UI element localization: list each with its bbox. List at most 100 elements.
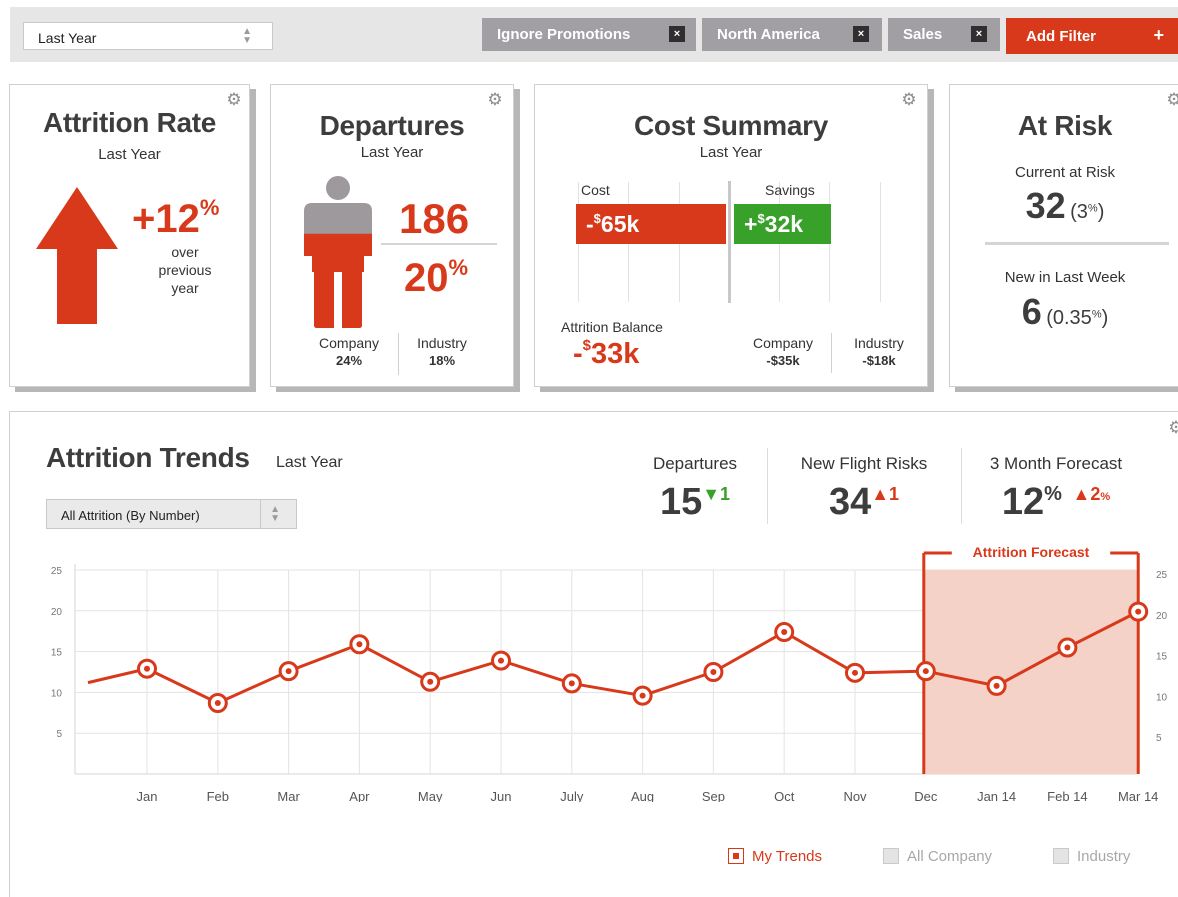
- gear-icon[interactable]: ⚙: [901, 91, 917, 108]
- cost-summary-card: ⚙ Cost Summary Last Year Cost Savings -$…: [534, 84, 928, 387]
- industry-value: -$18k: [862, 353, 896, 368]
- kpi-label: New Flight Risks: [800, 454, 928, 473]
- attrition-trend-chart: Attrition Forecast 5 5 10 10 15 15 20 20 25 25 Jan…: [51, 544, 1168, 802]
- divider: [831, 333, 832, 373]
- filter-chip-sales: Sales ×: [888, 18, 1000, 51]
- savings-label: Savings: [765, 182, 815, 198]
- company-value: 24%: [335, 353, 363, 368]
- legend-my-trends[interactable]: My Trends: [728, 848, 822, 865]
- divider: [260, 500, 261, 528]
- kpi-label: Departures: [652, 454, 738, 473]
- filter-chip-label: North America: [717, 26, 820, 43]
- kpi-departures: Departures 15▼1: [640, 454, 750, 522]
- filter-chip-north-america: North America ×: [702, 18, 882, 51]
- company-stat: Company -$35k: [745, 335, 821, 369]
- card-period: Last Year: [360, 144, 424, 161]
- y-tick-label: 15: [51, 648, 63, 659]
- filter-bar: Last Year ▲ ▼ Ignore Promotions × North A…: [10, 7, 1178, 62]
- add-filter-label: Add Filter: [1026, 28, 1096, 45]
- checkbox-unchecked[interactable]: [1053, 848, 1069, 864]
- attrition-type-select[interactable]: All Attrition (By Number) ▲ ▼: [46, 499, 297, 529]
- industry-stat: Industry 18%: [407, 335, 477, 369]
- filter-chip-label: Sales: [903, 26, 943, 43]
- attrition-balance-label: Attrition Balance: [561, 319, 663, 335]
- close-icon[interactable]: ×: [971, 26, 987, 42]
- kpi-value: 15▼1: [659, 481, 731, 523]
- x-tick-label: May: [418, 789, 443, 802]
- card-period: Last Year: [699, 144, 763, 161]
- x-tick-label: Jan: [137, 789, 158, 802]
- y-tick-label: 10: [1156, 692, 1168, 703]
- x-tick-label: Feb: [207, 789, 229, 802]
- card-title: At Risk: [1017, 110, 1113, 141]
- legend-all-company[interactable]: All Company: [883, 848, 992, 865]
- divider: [985, 242, 1169, 245]
- data-point-center: [568, 680, 575, 687]
- attrition-rate-value: +12%: [132, 195, 220, 241]
- x-tick-label: Mar 14: [1118, 789, 1158, 802]
- data-point-center: [427, 678, 434, 685]
- period-select[interactable]: Last Year ▲ ▼: [23, 22, 273, 50]
- data-point-center: [285, 668, 292, 675]
- gear-icon[interactable]: ⚙: [1166, 91, 1178, 108]
- plus-icon: +: [1153, 25, 1164, 45]
- y-tick-label: 25: [1156, 570, 1168, 581]
- departures-card: ⚙ Departures Last Year 186 20% Company 2…: [270, 84, 514, 387]
- trends-title: Attrition Trends: [46, 442, 250, 473]
- industry-stat: Industry -$18k: [843, 335, 915, 369]
- data-point-center: [1135, 608, 1142, 615]
- card-period: Last Year: [98, 146, 161, 163]
- x-tick-label: Sep: [702, 789, 725, 802]
- attrition-balance-value: -$33k: [573, 337, 640, 370]
- departures-percent: 20%: [404, 255, 469, 300]
- up-triangle-icon: ▲: [1072, 484, 1091, 504]
- y-tick-label: 15: [1156, 652, 1168, 663]
- period-select-value: Last Year: [38, 30, 97, 46]
- down-triangle-icon: ▼: [702, 484, 721, 504]
- updown-arrows-icon: ▲ ▼: [270, 504, 280, 524]
- forecast-region: [923, 570, 1139, 774]
- divider: [961, 448, 962, 524]
- data-point-center: [852, 669, 858, 676]
- data-point-center: [781, 629, 788, 636]
- attrition-trends-panel: ⚙ Attrition Trends Last Year All Attriti…: [9, 411, 1178, 897]
- cost-label: Cost: [581, 182, 610, 198]
- checkbox-checked[interactable]: [728, 848, 744, 864]
- data-point-center: [356, 641, 363, 648]
- filter-chip-label: Ignore Promotions: [497, 26, 631, 43]
- divider: [767, 448, 768, 524]
- y-tick-label: 10: [51, 688, 63, 699]
- checkbox-unchecked[interactable]: [883, 848, 899, 864]
- kpi-new-flight-risks: New Flight Risks 34▲1: [784, 454, 944, 522]
- data-point-center: [710, 669, 717, 675]
- new-in-last-week-label: New in Last Week: [1004, 269, 1126, 286]
- zero-axis: [728, 181, 731, 303]
- gear-icon[interactable]: ⚙: [487, 91, 503, 108]
- attrition-type-value: All Attrition (By Number): [61, 508, 200, 523]
- industry-label: Industry: [417, 335, 467, 351]
- updown-arrows-icon: ▲ ▼: [242, 26, 252, 46]
- kpi-value: 12% ▲2%: [1001, 481, 1111, 523]
- data-point-center: [639, 692, 646, 699]
- gear-icon[interactable]: ⚙: [226, 91, 242, 108]
- gear-icon[interactable]: ⚙: [1168, 419, 1178, 436]
- close-icon[interactable]: ×: [853, 26, 869, 42]
- close-icon[interactable]: ×: [669, 26, 685, 42]
- x-tick-label: July: [560, 789, 584, 802]
- add-filter-button[interactable]: Add Filter +: [1006, 18, 1178, 54]
- at-risk-card: ⚙ At Risk Current at Risk 32 (3%) New in…: [949, 84, 1178, 387]
- x-tick-label: Jan 14: [977, 789, 1016, 802]
- data-point-center: [922, 668, 929, 675]
- current-at-risk-value: 32 (3%): [1025, 185, 1105, 226]
- kpi-3-month-forecast: 3 Month Forecast 12% ▲2%: [976, 454, 1136, 522]
- y-tick-label: 20: [1156, 611, 1168, 622]
- cost-bar: -$65k: [576, 204, 726, 244]
- legend-industry[interactable]: Industry: [1053, 848, 1130, 865]
- x-tick-label: Nov: [843, 789, 867, 802]
- forecast-label: Attrition Forecast: [973, 544, 1090, 560]
- kpi-label: 3 Month Forecast: [989, 454, 1123, 473]
- data-point-center: [993, 682, 1000, 689]
- data-point-center: [1064, 644, 1071, 651]
- x-tick-label: Oct: [774, 789, 795, 802]
- gridline: [880, 182, 881, 302]
